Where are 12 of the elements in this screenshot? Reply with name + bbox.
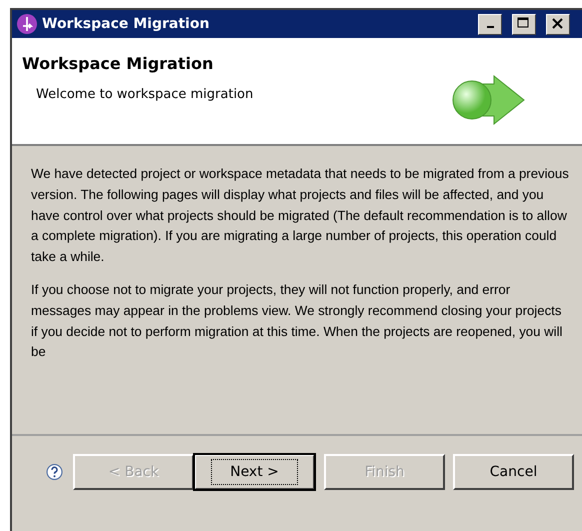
app-icon — [16, 13, 38, 35]
window-title: Workspace Migration — [42, 16, 210, 32]
wizard-button[interactable]: Cancel — [453, 454, 574, 490]
minimize-icon — [486, 26, 494, 28]
page-title: Workspace Migration — [22, 54, 214, 73]
page-subtitle: Welcome to workspace migration — [36, 87, 254, 102]
minimize-button[interactable] — [478, 14, 502, 34]
body-paragraph: If you choose not to migrate your projects, they will not function properly, and error messages may appear in the problems view. We strongly recommend closing your projects if you decide not to perform migration at this time. When the projects are reopened, you will be — [31, 280, 564, 362]
close-button[interactable] — [546, 14, 570, 34]
body-paragraph: We have detected project or workspace metadata that needs to be migrated from a previous version. The following pages will display what projects and files will be affected, and you have control over what projects should be migrated (The default recommendation is to allow a complete migration). If you are migrating a large number of projects, this operation could take a while. — [31, 165, 569, 266]
maximize-button[interactable] — [512, 14, 536, 34]
wizard-button[interactable]: Next > — [194, 454, 315, 490]
